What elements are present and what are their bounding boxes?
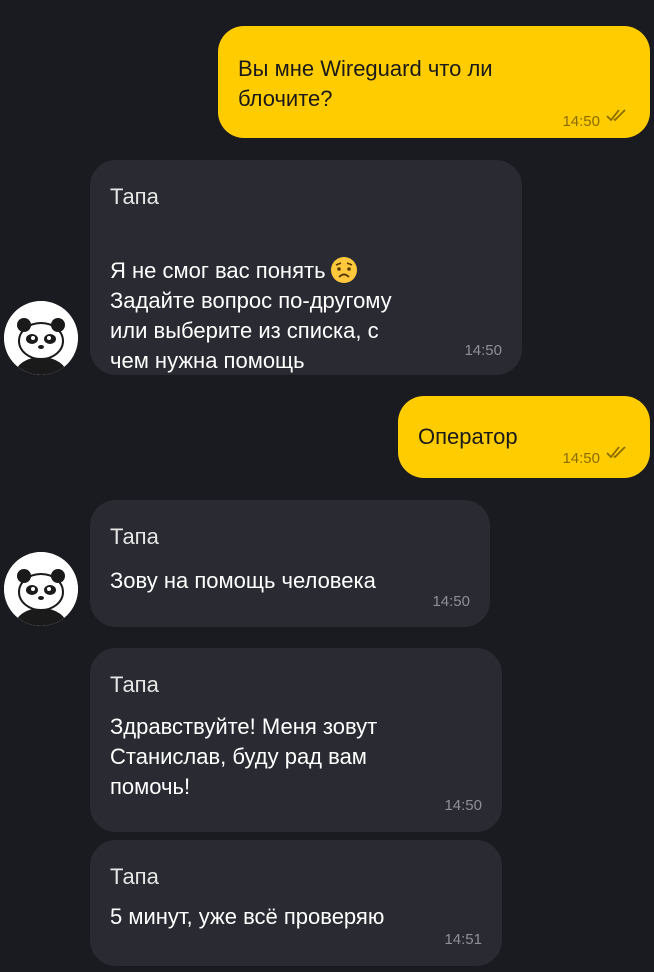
message-text: Здравствуйте! Меня зовут Станислав, буду…: [110, 714, 378, 799]
sender-name: Тапа: [110, 184, 159, 209]
panda-avatar-icon[interactable]: [4, 552, 78, 626]
message-time: 14:50: [562, 450, 600, 467]
message-time: 14:50: [432, 593, 470, 610]
incoming-message[interactable]: Тапа Я не смог вас понять Задайте вопрос…: [90, 160, 522, 375]
message-time: 14:50: [562, 113, 600, 130]
message-text-line: Я не смог вас понять: [110, 258, 326, 283]
message-text: Вы мне Wireguard что ли блочите?: [238, 56, 493, 111]
message-time: 14:51: [444, 931, 482, 948]
incoming-message[interactable]: Тапа Зову на помощь человека 14:50: [90, 500, 490, 627]
message-text-rest: Задайте вопрос по-другому или выберите и…: [110, 288, 392, 373]
message-text: Оператор: [418, 424, 518, 449]
sender-name: Тапа: [110, 524, 159, 549]
message-text: 5 минут, уже всё проверяю: [110, 904, 385, 929]
panda-avatar-icon[interactable]: [4, 301, 78, 375]
message-text: Зову на помощь человека: [110, 568, 376, 593]
chat-view: Вы мне Wireguard что ли блочите? 14:50 Т…: [0, 0, 654, 972]
sender-name: Тапа: [110, 672, 159, 697]
worried-face-emoji: [330, 257, 357, 283]
message-text: Я не смог вас понять Задайте вопрос по-д…: [110, 226, 392, 376]
message-time: 14:50: [464, 342, 502, 359]
incoming-message[interactable]: Тапа 5 минут, уже всё проверяю 14:51: [90, 840, 502, 966]
outgoing-message[interactable]: Оператор 14:50: [398, 396, 650, 478]
message-time: 14:50: [444, 797, 482, 814]
incoming-message[interactable]: Тапа Здравствуйте! Меня зовут Станислав,…: [90, 648, 502, 832]
double-check-icon: [606, 446, 626, 459]
sender-name: Тапа: [110, 864, 159, 889]
outgoing-message[interactable]: Вы мне Wireguard что ли блочите? 14:50: [218, 26, 650, 138]
double-check-icon: [606, 109, 626, 122]
